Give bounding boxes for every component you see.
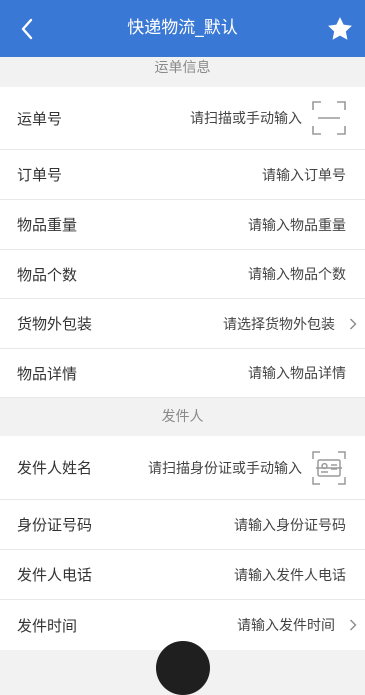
id-no-label: 身份证号码 (17, 516, 93, 534)
star-icon (328, 17, 352, 40)
order-no-label: 订单号 (17, 166, 63, 184)
details-label: 物品详情 (17, 364, 78, 383)
chevron-right-icon (349, 600, 357, 650)
sender-name-label: 发件人姓名 (17, 459, 93, 477)
waybill-no-field[interactable]: 请扫描或手动输入 (190, 87, 302, 149)
details-row[interactable]: 物品详情 请输入物品详情 (0, 349, 365, 398)
chevron-right-icon (349, 299, 357, 348)
order-no-field[interactable]: 请输入订单号 (262, 150, 346, 199)
package-select[interactable]: 请选择货物外包装 (223, 299, 335, 348)
scan-waybill-button[interactable] (311, 100, 347, 136)
sender-phone-field[interactable]: 请输入发件人电话 (234, 550, 346, 599)
scan-icon (312, 101, 346, 135)
send-time-label: 发件时间 (17, 616, 78, 635)
count-row[interactable]: 物品个数 请输入物品个数 (0, 250, 365, 299)
sender-phone-label: 发件人电话 (17, 566, 93, 584)
order-no-row[interactable]: 订单号 请输入订单号 (0, 150, 365, 200)
weight-row[interactable]: 物品重量 请输入物品重量 (0, 200, 365, 250)
send-time-field[interactable]: 请输入发件时间 (237, 600, 335, 650)
sender-phone-row[interactable]: 发件人电话 请输入发件人电话 (0, 550, 365, 600)
weight-label: 物品重量 (17, 216, 78, 234)
app-header: 快递物流_默认 (0, 0, 365, 57)
page-title: 快递物流_默认 (127, 18, 238, 38)
id-card-scan-icon (312, 451, 346, 485)
scan-id-card-button[interactable] (311, 450, 347, 486)
id-no-row[interactable]: 身份证号码 请输入身份证号码 (0, 500, 365, 550)
section-header-waybill: 运单信息 (0, 57, 365, 87)
weight-field[interactable]: 请输入物品重量 (248, 200, 346, 249)
sender-name-field[interactable]: 请扫描身份证或手动输入 (148, 436, 302, 499)
package-label: 货物外包装 (17, 315, 93, 333)
id-no-field[interactable]: 请输入身份证号码 (234, 500, 346, 549)
favorite-button[interactable] (323, 12, 357, 46)
floating-action-button[interactable] (156, 641, 210, 695)
details-field[interactable]: 请输入物品详情 (248, 349, 346, 397)
package-row[interactable]: 货物外包装 请选择货物外包装 (0, 299, 365, 349)
waybill-no-label: 运单号 (17, 109, 63, 128)
count-field[interactable]: 请输入物品个数 (248, 250, 346, 298)
sender-name-row[interactable]: 发件人姓名 请扫描身份证或手动输入 (0, 436, 365, 500)
waybill-no-row[interactable]: 运单号 请扫描或手动输入 (0, 87, 365, 150)
section-header-sender: 发件人 (0, 398, 365, 436)
count-label: 物品个数 (17, 265, 78, 284)
